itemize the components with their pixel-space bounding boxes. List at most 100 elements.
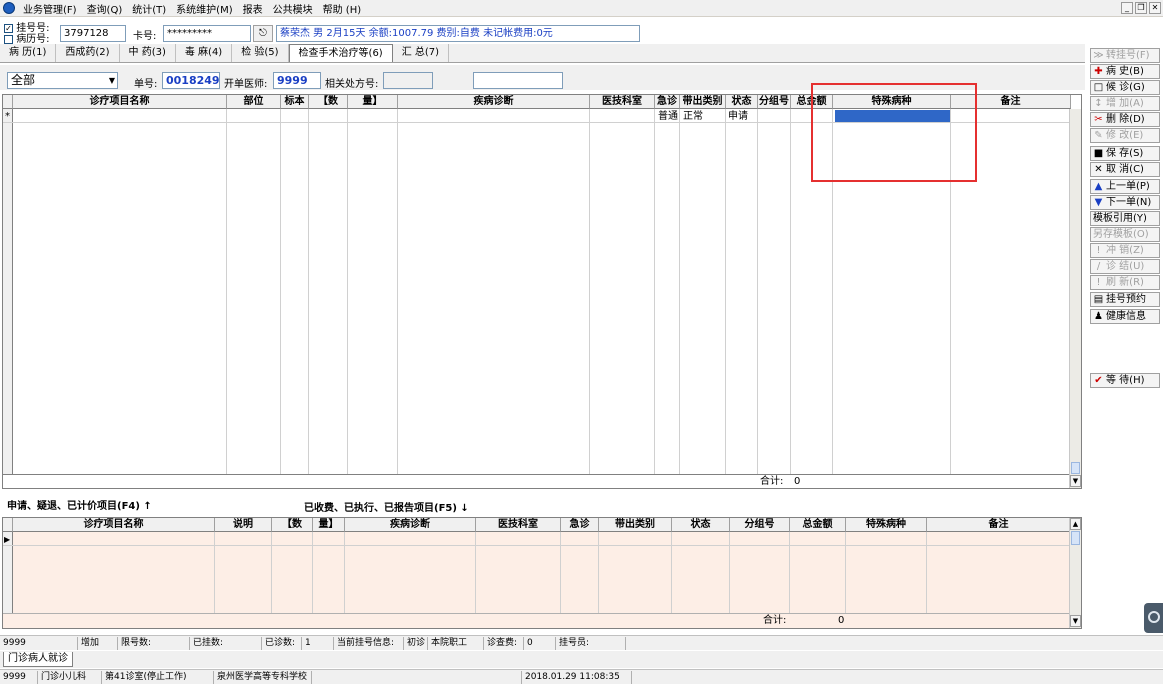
prev-order-label: 上一单(P) xyxy=(1106,181,1150,192)
restore-icon[interactable]: ❐ xyxy=(1135,2,1147,14)
tab-medical-record[interactable]: 病 历(1) xyxy=(0,44,57,62)
scroll-up-icon[interactable]: ▲ xyxy=(1070,518,1081,530)
cancel-label: 取 消(C) xyxy=(1106,164,1144,175)
menu-business[interactable]: 业务管理(F) xyxy=(18,1,82,16)
th-amount: 总金额 xyxy=(790,518,846,532)
tab-summary[interactable]: 汇 总(7) xyxy=(393,44,450,62)
reg-booking-button[interactable]: ▤ 挂号预约 xyxy=(1090,292,1160,307)
menu-stats[interactable]: 统计(T) xyxy=(127,1,171,16)
tab-western-medicine[interactable]: 西成药(2) xyxy=(56,44,120,62)
tab-exam-surgery[interactable]: 检查手术治疗等(6) xyxy=(288,44,393,62)
health-info-label: 健康信息 xyxy=(1106,311,1146,322)
status-staff: 本院职工 xyxy=(428,636,484,650)
section-done-label: 已收费、已执行、已报告项目(F5) ↓ xyxy=(304,499,469,514)
th-status: 状态 xyxy=(672,518,730,532)
card-label: 卡号: xyxy=(133,31,157,42)
calendar-icon: ▤ xyxy=(1093,294,1104,305)
scroll-down-icon[interactable]: ▼ xyxy=(1070,475,1081,487)
menu-help[interactable]: 帮助 (H) xyxy=(318,1,367,16)
plus-icon: ✚ xyxy=(1094,66,1103,77)
reverse-button[interactable]: ! 冲 销(Z) xyxy=(1090,243,1160,258)
tab-outpatient[interactable]: 门诊病人就诊 xyxy=(3,652,73,667)
scroll-down-icon[interactable]: ▼ xyxy=(1070,615,1081,627)
cancel-button[interactable]: ✕ 取 消(C) xyxy=(1090,162,1160,177)
related-input[interactable] xyxy=(383,72,433,89)
th-emergency: 急诊 xyxy=(561,518,599,532)
template-save-button[interactable]: 另存模板(O) xyxy=(1090,227,1160,242)
menu-public[interactable]: 公共模块 xyxy=(268,1,318,16)
wait-button[interactable]: ✔ 等 待(H) xyxy=(1090,373,1160,388)
refresh-button[interactable]: ! 刷 新(R) xyxy=(1090,275,1160,290)
col-status xyxy=(726,109,758,488)
extra-input[interactable] xyxy=(473,72,563,89)
section-pending-label: 申请、疑退、已计价项目(F4) ↑ xyxy=(7,497,152,512)
close-icon[interactable]: ✕ xyxy=(1149,2,1161,14)
history-button[interactable]: ✚ 病 史(B) xyxy=(1090,64,1160,79)
tab-narcotics[interactable]: 毒 麻(4) xyxy=(176,44,233,62)
menu-report[interactable]: 报表 xyxy=(238,1,268,16)
cell-status[interactable]: 申请 xyxy=(728,110,748,124)
col-location xyxy=(227,109,281,488)
tab-chinese-medicine[interactable]: 中 药(3) xyxy=(120,44,176,62)
template-use-button[interactable]: 模板引用(Y) xyxy=(1090,211,1160,226)
col-item-name xyxy=(13,109,227,488)
bottom-total-value: 0 xyxy=(838,615,845,626)
next-order-button[interactable]: ▼ 下一单(N) xyxy=(1090,195,1160,210)
save-button[interactable]: ■ 保 存(S) xyxy=(1090,146,1160,161)
status-diagnosed-label: 已诊数: xyxy=(262,636,302,650)
edit-icon: ✎ xyxy=(1094,130,1103,141)
status2-dept: 门诊小儿科 xyxy=(38,670,102,684)
th-quantity-a: 【数 xyxy=(309,95,348,109)
waiting-diag-button[interactable]: □ 候 诊(G) xyxy=(1090,80,1160,95)
edit-button[interactable]: ✎ 修 改(E) xyxy=(1090,128,1160,143)
cell-category[interactable]: 正常 xyxy=(683,110,703,124)
prev-order-button[interactable]: ▲ 上一单(P) xyxy=(1090,179,1160,194)
card-reader-icon[interactable]: ⎋ xyxy=(253,25,273,42)
tab-lab[interactable]: 检 验(5) xyxy=(232,44,289,62)
th-quantity-a: 【数 xyxy=(272,518,313,532)
status-bar-1: 9999 增加 限号数: 已挂数: 已诊数: 1 当前挂号信息: 初诊 本院职工… xyxy=(0,635,1163,650)
floating-tab[interactable] xyxy=(1144,603,1163,633)
category-dropdown[interactable]: 全部 ▼ xyxy=(7,72,118,89)
status-fee-value: 0 xyxy=(524,636,556,650)
th-special-disease: 特殊病种 xyxy=(846,518,927,532)
add-button[interactable]: ↕ 增 加(A) xyxy=(1090,96,1160,111)
th-diagnosis: 疾病诊断 xyxy=(398,95,590,109)
minimize-icon[interactable]: _ xyxy=(1121,2,1133,14)
scroll-thumb[interactable] xyxy=(1071,531,1080,545)
bottom-table-scrollbar[interactable]: ▲ ▼ xyxy=(1069,518,1081,628)
menu-query[interactable]: 查询(Q) xyxy=(82,1,128,16)
col-category xyxy=(680,109,726,488)
number-input[interactable]: 3797128 xyxy=(60,25,126,42)
conclude-button[interactable]: / 诊 结(U) xyxy=(1090,259,1160,274)
top-total-row xyxy=(3,474,1071,488)
exclamation-icon: ! xyxy=(1096,245,1101,256)
dan-label: 单号: xyxy=(134,79,158,90)
table-row[interactable] xyxy=(3,532,1071,546)
category-dropdown-value: 全部 xyxy=(11,73,36,87)
edit-label: 修 改(E) xyxy=(1106,130,1144,141)
card-input[interactable]: ********* xyxy=(163,25,251,42)
status-limit: 限号数: xyxy=(118,636,190,650)
highlight-box xyxy=(811,83,977,182)
refresh-label: 刷 新(R) xyxy=(1106,277,1144,288)
top-table-scrollbar[interactable]: ▼ xyxy=(1069,109,1081,488)
bingli-checkbox-group[interactable]: 病历号: xyxy=(4,30,50,45)
refresh-icon: ! xyxy=(1096,277,1101,288)
next-order-label: 下一单(N) xyxy=(1106,197,1152,208)
cell-emergency[interactable]: 普通 xyxy=(658,110,678,124)
th-emergency: 急诊 xyxy=(655,95,680,109)
dan-input[interactable]: 00182494 xyxy=(162,72,220,89)
bingli-checkbox[interactable] xyxy=(4,34,13,44)
menu-system[interactable]: 系统维护(M) xyxy=(171,1,237,16)
health-info-button[interactable]: ♟ 健康信息 xyxy=(1090,309,1160,324)
reg-booking-label: 挂号预约 xyxy=(1106,294,1146,305)
delete-icon: ✂ xyxy=(1094,114,1103,125)
scroll-thumb[interactable] xyxy=(1071,462,1080,474)
bottom-table: 诊疗项目名称 说明 【数 量】 疾病诊断 医技科室 急诊 带出类别 状态 分组号… xyxy=(2,517,1082,629)
th-description: 说明 xyxy=(215,518,272,532)
transfer-reg-button[interactable]: ≫ 转挂号(F) xyxy=(1090,48,1160,63)
doctor-input[interactable]: 9999 xyxy=(273,72,321,89)
delete-button[interactable]: ✂ 删 除(D) xyxy=(1090,112,1160,127)
floppy-icon: ■ xyxy=(1093,148,1104,159)
